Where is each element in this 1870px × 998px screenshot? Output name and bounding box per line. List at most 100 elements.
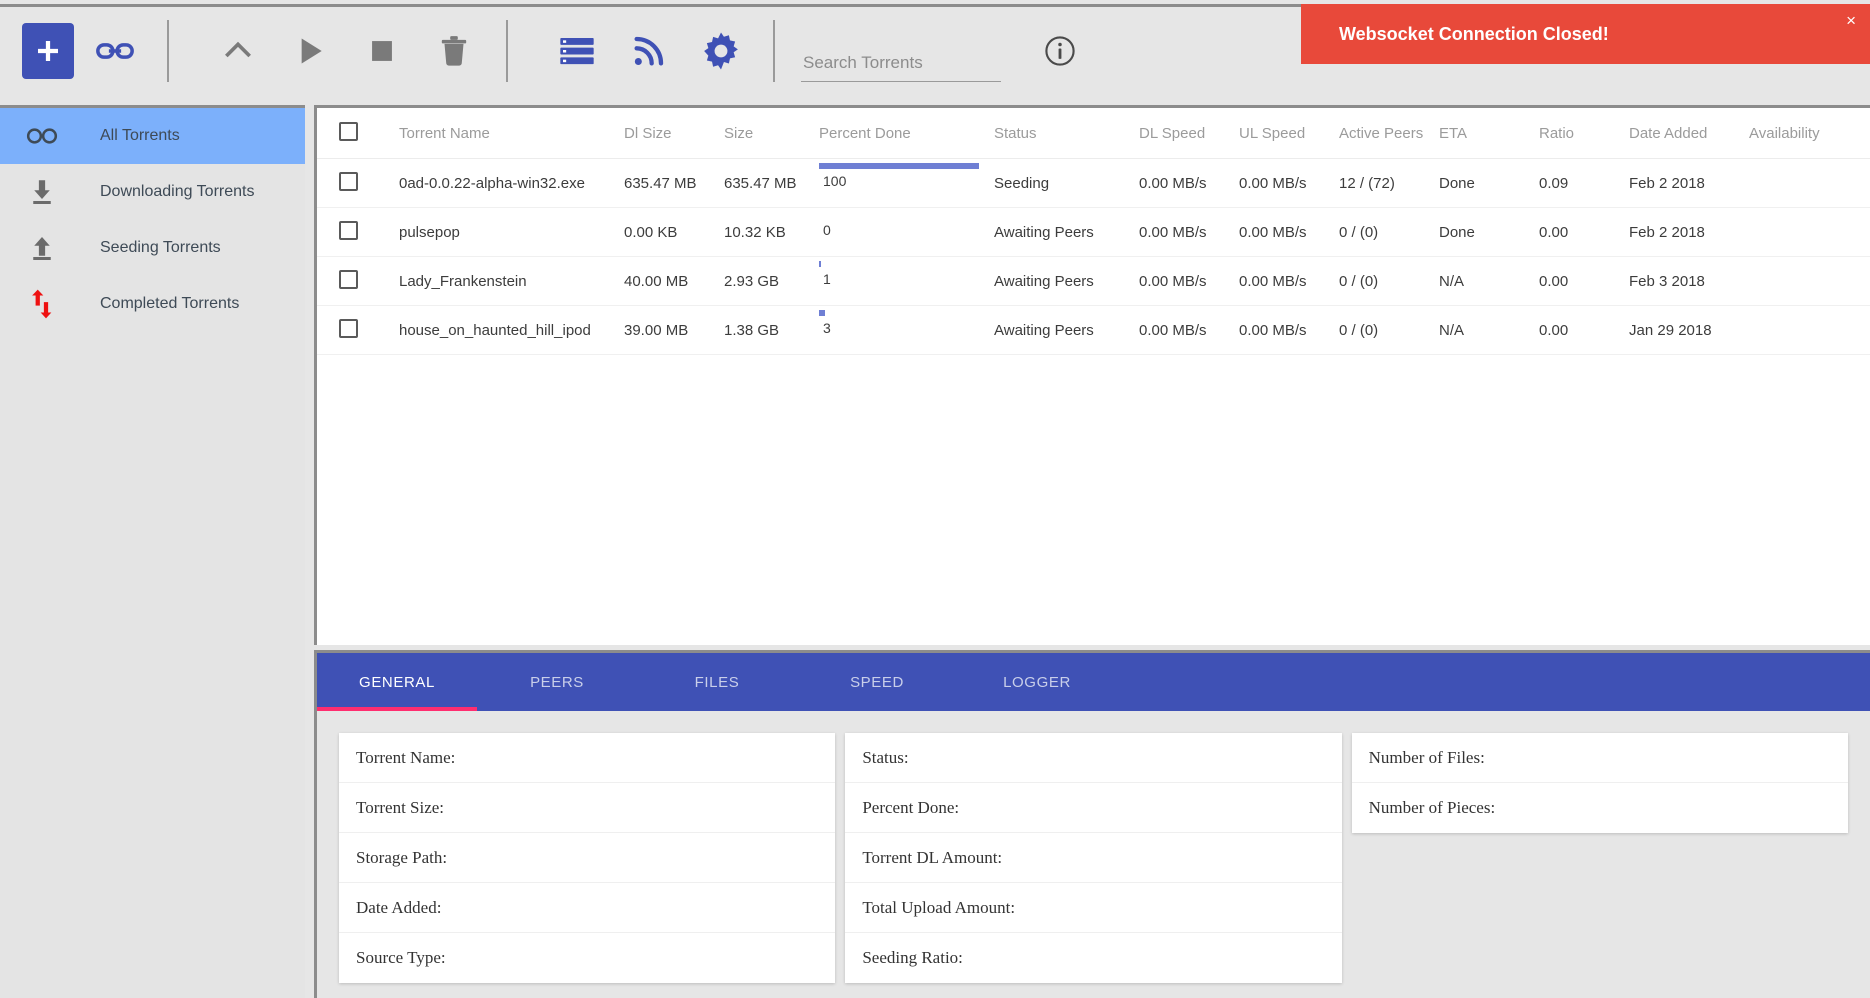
rss-icon [634,36,664,65]
detail-card-transfer-info: Status: Percent Done: Torrent DL Amount:… [845,733,1342,983]
header-size[interactable]: Size [724,108,819,159]
row-checkbox[interactable] [339,269,358,289]
sidebar-item-downloading-torrents[interactable]: Downloading Torrents [0,164,305,220]
progress-bar-fill [819,261,822,267]
table-row[interactable]: 0ad-0.0.22-alpha-win32.exe 635.47 MB 635… [317,158,1870,208]
play-icon [301,38,322,63]
cell-eta: N/A [1439,305,1539,355]
detail-label-torrent-name: Torrent Name: [339,733,836,783]
detail-tab-bar: GENERAL PEERS FILES SPEED LOGGER [317,653,1870,711]
chevron-up-icon [225,41,251,57]
header-active-peers[interactable]: Active Peers [1339,108,1439,159]
table-row[interactable]: pulsepop 0.00 KB 10.32 KB 0 Awaiting Pee… [317,207,1870,257]
toolbar-divider-3 [773,19,775,82]
cell-status: Awaiting Peers [994,207,1139,257]
cell-active-peers: 0 / (0) [1339,256,1439,306]
select-all-header [317,108,399,159]
cell-date-added: Feb 3 2018 [1629,256,1749,306]
cell-ratio: 0.09 [1539,158,1629,208]
cell-percent-done: 1 [819,256,994,306]
row-checkbox-cell [317,207,399,257]
cell-ratio: 0.00 [1539,256,1629,306]
add-torrent-button[interactable] [22,22,74,79]
sidebar-item-label: All Torrents [100,127,180,144]
cell-dl-speed: 0.00 MB/s [1139,256,1239,306]
cell-active-peers: 0 / (0) [1339,305,1439,355]
cell-ratio: 0.00 [1539,305,1629,355]
list-view-button[interactable] [546,20,608,82]
header-percent-done[interactable]: Percent Done [819,108,994,159]
infinity-icon [14,119,70,153]
cell-status: Awaiting Peers [994,256,1139,306]
cell-torrent-name: Lady_Frankenstein [399,256,624,306]
info-icon [1045,35,1075,66]
cell-availability [1749,305,1870,355]
table-header-row: Torrent Name Dl Size Size Percent Done S… [317,108,1870,159]
row-checkbox[interactable] [339,318,358,338]
settings-button[interactable] [690,20,752,82]
sidebar-item-label: Downloading Torrents [100,183,255,200]
progress-bar-track [819,261,979,267]
cell-percent-done: 0 [819,207,994,257]
detail-body: Torrent Name: Torrent Size: Storage Path… [317,711,1870,983]
cell-eta: Done [1439,158,1539,208]
detail-card-torrent-info: Torrent Name: Torrent Size: Storage Path… [339,733,836,983]
search-input[interactable] [801,48,1001,82]
header-availability[interactable]: Availability [1749,108,1870,159]
detail-panel: GENERAL PEERS FILES SPEED LOGGER Torrent… [314,650,1870,998]
cell-dl-speed: 0.00 MB/s [1139,305,1239,355]
header-dl-speed[interactable]: DL Speed [1139,108,1239,159]
torrent-table-body: 0ad-0.0.22-alpha-win32.exe 635.47 MB 635… [317,158,1870,355]
row-checkbox-cell [317,256,399,306]
cell-torrent-name: house_on_haunted_hill_ipod [399,305,624,355]
table-row[interactable]: house_on_haunted_hill_ipod 39.00 MB 1.38… [317,305,1870,355]
header-ratio[interactable]: Ratio [1539,108,1629,159]
cell-active-peers: 12 / (72) [1339,158,1439,208]
tab-files[interactable]: FILES [637,653,797,711]
cell-date-added: Feb 2 2018 [1629,158,1749,208]
cell-ul-speed: 0.00 MB/s [1239,207,1339,257]
select-all-checkbox[interactable] [339,121,358,141]
start-button[interactable] [279,20,341,82]
detail-label-status: Status: [845,733,1342,783]
rss-button[interactable] [618,20,680,82]
sidebar-item-seeding-torrents[interactable]: Seeding Torrents [0,220,305,276]
move-up-button[interactable] [207,20,269,82]
progress-bar-track [819,212,979,218]
header-eta[interactable]: ETA [1439,108,1539,159]
tab-speed[interactable]: SPEED [797,653,957,711]
header-dl-size[interactable]: Dl Size [624,108,724,159]
sidebar-item-completed-torrents[interactable]: Completed Torrents [0,276,305,332]
cell-dl-speed: 0.00 MB/s [1139,158,1239,208]
toolbar-group-add [0,7,151,94]
detail-card-file-info: Number of Files: Number of Pieces: [1351,733,1848,833]
info-button[interactable] [1043,34,1077,68]
toolbar-group-control [185,7,490,94]
tab-logger[interactable]: LOGGER [957,653,1117,711]
row-checkbox[interactable] [339,220,358,240]
cell-ul-speed: 0.00 MB/s [1239,256,1339,306]
tab-general[interactable]: GENERAL [317,653,477,711]
cell-availability [1749,207,1870,257]
progress-bar-fill [819,163,979,169]
tab-peers[interactable]: PEERS [477,653,637,711]
row-checkbox-cell [317,158,399,208]
plus-icon [38,40,58,61]
header-torrent-name[interactable]: Torrent Name [399,108,624,159]
add-magnet-link-button[interactable] [84,20,146,82]
delete-button[interactable] [423,20,485,82]
notification-close-icon[interactable]: × [1846,12,1856,29]
upload-arrow-icon [14,233,70,263]
table-row[interactable]: Lady_Frankenstein 40.00 MB 2.93 GB 1 Awa… [317,256,1870,306]
search-container [801,20,1001,82]
header-date-added[interactable]: Date Added [1629,108,1749,159]
header-ul-speed[interactable]: UL Speed [1239,108,1339,159]
cell-size: 1.38 GB [724,305,819,355]
row-checkbox[interactable] [339,171,358,191]
header-status[interactable]: Status [994,108,1139,159]
stop-button[interactable] [351,20,413,82]
cell-eta: Done [1439,207,1539,257]
detail-label-source-type: Source Type: [356,948,446,967]
sidebar-item-all-torrents[interactable]: All Torrents [0,108,305,164]
detail-label-seeding-ratio: Seeding Ratio: [862,948,963,967]
